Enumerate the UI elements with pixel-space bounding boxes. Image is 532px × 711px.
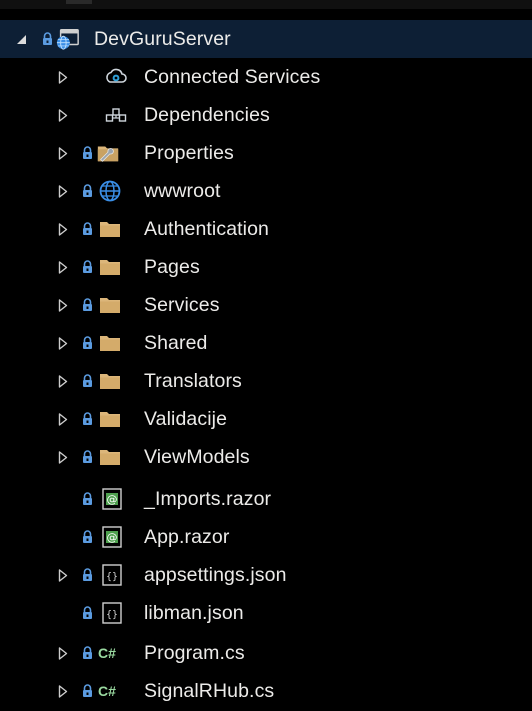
collapsed-chevron-icon[interactable] [56, 438, 70, 476]
collapsed-chevron-icon[interactable] [56, 634, 70, 672]
tree-node-shared[interactable]: Shared [0, 324, 532, 362]
svg-text:@: @ [107, 493, 118, 506]
expanded-chevron-icon[interactable] [14, 20, 28, 58]
tree-node-label[interactable]: Program.cs [144, 634, 245, 672]
lock-icon [40, 20, 54, 58]
tree-node-validacije[interactable]: Validacije [0, 400, 532, 438]
tree-node-dependencies[interactable]: Dependencies [0, 96, 532, 134]
lock-icon [80, 134, 94, 172]
tree-node-label[interactable]: appsettings.json [144, 556, 287, 594]
lock-icon [80, 248, 94, 286]
tree-node-project[interactable]: DevGuruServer [0, 20, 532, 58]
tree-node-label[interactable]: Services [144, 286, 220, 324]
folder-icon [98, 248, 122, 286]
collapsed-chevron-icon[interactable] [56, 248, 70, 286]
tree-node-properties[interactable]: Properties [0, 134, 532, 172]
lock-icon [80, 594, 94, 632]
project-name[interactable]: DevGuruServer [94, 20, 231, 58]
tree-node-viewmodels[interactable]: ViewModels [0, 438, 532, 476]
collapsed-chevron-icon[interactable] [56, 172, 70, 210]
collapsed-chevron-icon[interactable] [56, 324, 70, 362]
lock-icon [80, 634, 94, 672]
tree-node-label[interactable]: Translators [144, 362, 242, 400]
lock-icon [80, 172, 94, 210]
collapsed-chevron-icon[interactable] [56, 96, 70, 134]
svg-text:{}: {} [106, 572, 118, 583]
tree-node-program-cs[interactable]: C# Program.cs [0, 634, 532, 672]
tree-node-label[interactable]: Dependencies [144, 96, 270, 134]
dependencies-icon [104, 96, 128, 134]
lock-icon [80, 400, 94, 438]
folder-icon [98, 324, 122, 362]
svg-text:@: @ [107, 531, 118, 544]
csharp-file-icon: C# [98, 683, 116, 699]
scroll-nub [66, 0, 92, 4]
collapsed-chevron-icon[interactable] [56, 134, 70, 172]
folder-icon [98, 210, 122, 248]
tree-node-label[interactable]: Properties [144, 134, 234, 172]
lock-icon [80, 324, 94, 362]
web-project-icon [56, 20, 80, 58]
tree-node-authentication[interactable]: Authentication [0, 210, 532, 248]
collapsed-chevron-icon[interactable] [56, 556, 70, 594]
tree-node-label[interactable]: SignalRHub.cs [144, 672, 274, 710]
tree-node-label[interactable]: Validacije [144, 400, 227, 438]
lock-icon [80, 286, 94, 324]
tree-node-label[interactable]: Pages [144, 248, 200, 286]
tree-node-translators[interactable]: Translators [0, 362, 532, 400]
solution-explorer-tree: DevGuruServer Connected Services Depende… [0, 0, 532, 711]
json-file-icon: {} [100, 556, 124, 594]
tree-node-label[interactable]: libman.json [144, 594, 244, 632]
top-strip [0, 0, 532, 9]
tree-node-wwwroot[interactable]: wwwroot [0, 172, 532, 210]
collapsed-chevron-icon[interactable] [56, 210, 70, 248]
tree-node-label[interactable]: Shared [144, 324, 207, 362]
tree-node-label[interactable]: wwwroot [144, 172, 221, 210]
csharp-file-icon: C# [98, 645, 116, 661]
lock-icon [80, 480, 94, 518]
razor-file-icon: @ [100, 480, 124, 518]
folder-icon [98, 400, 122, 438]
globe-icon [98, 172, 122, 210]
tree-node-label[interactable]: Connected Services [144, 58, 320, 96]
svg-text:{}: {} [106, 610, 118, 621]
collapsed-chevron-icon[interactable] [56, 400, 70, 438]
tree-node-label[interactable]: Authentication [144, 210, 269, 248]
collapsed-chevron-icon[interactable] [56, 362, 70, 400]
lock-icon [80, 518, 94, 556]
collapsed-chevron-icon[interactable] [56, 286, 70, 324]
razor-file-icon: @ [100, 518, 124, 556]
tree-node-libman-json[interactable]: {} libman.json [0, 594, 532, 632]
lock-icon [80, 362, 94, 400]
tree-node-app-razor[interactable]: @ App.razor [0, 518, 532, 556]
collapsed-chevron-icon[interactable] [56, 58, 70, 96]
lock-icon [80, 438, 94, 476]
properties-icon [96, 134, 120, 172]
folder-icon [98, 286, 122, 324]
collapsed-chevron-icon[interactable] [56, 672, 70, 710]
tree-node-label[interactable]: App.razor [144, 518, 229, 556]
folder-icon [98, 438, 122, 476]
tree-node-pages[interactable]: Pages [0, 248, 532, 286]
tree-node-appsettings-json[interactable]: {} appsettings.json [0, 556, 532, 594]
tree-node-label[interactable]: ViewModels [144, 438, 250, 476]
json-file-icon: {} [100, 594, 124, 632]
lock-icon [80, 210, 94, 248]
tree-node-connected-services[interactable]: Connected Services [0, 58, 532, 96]
connected-services-icon [104, 58, 128, 96]
tree-node-label[interactable]: _Imports.razor [144, 480, 271, 518]
tree-node-imports-razor[interactable]: @ _Imports.razor [0, 480, 532, 518]
lock-icon [80, 672, 94, 710]
tree-node-signalrhub-cs[interactable]: C# SignalRHub.cs [0, 672, 532, 710]
lock-icon [80, 556, 94, 594]
tree-node-services[interactable]: Services [0, 286, 532, 324]
folder-icon [98, 362, 122, 400]
